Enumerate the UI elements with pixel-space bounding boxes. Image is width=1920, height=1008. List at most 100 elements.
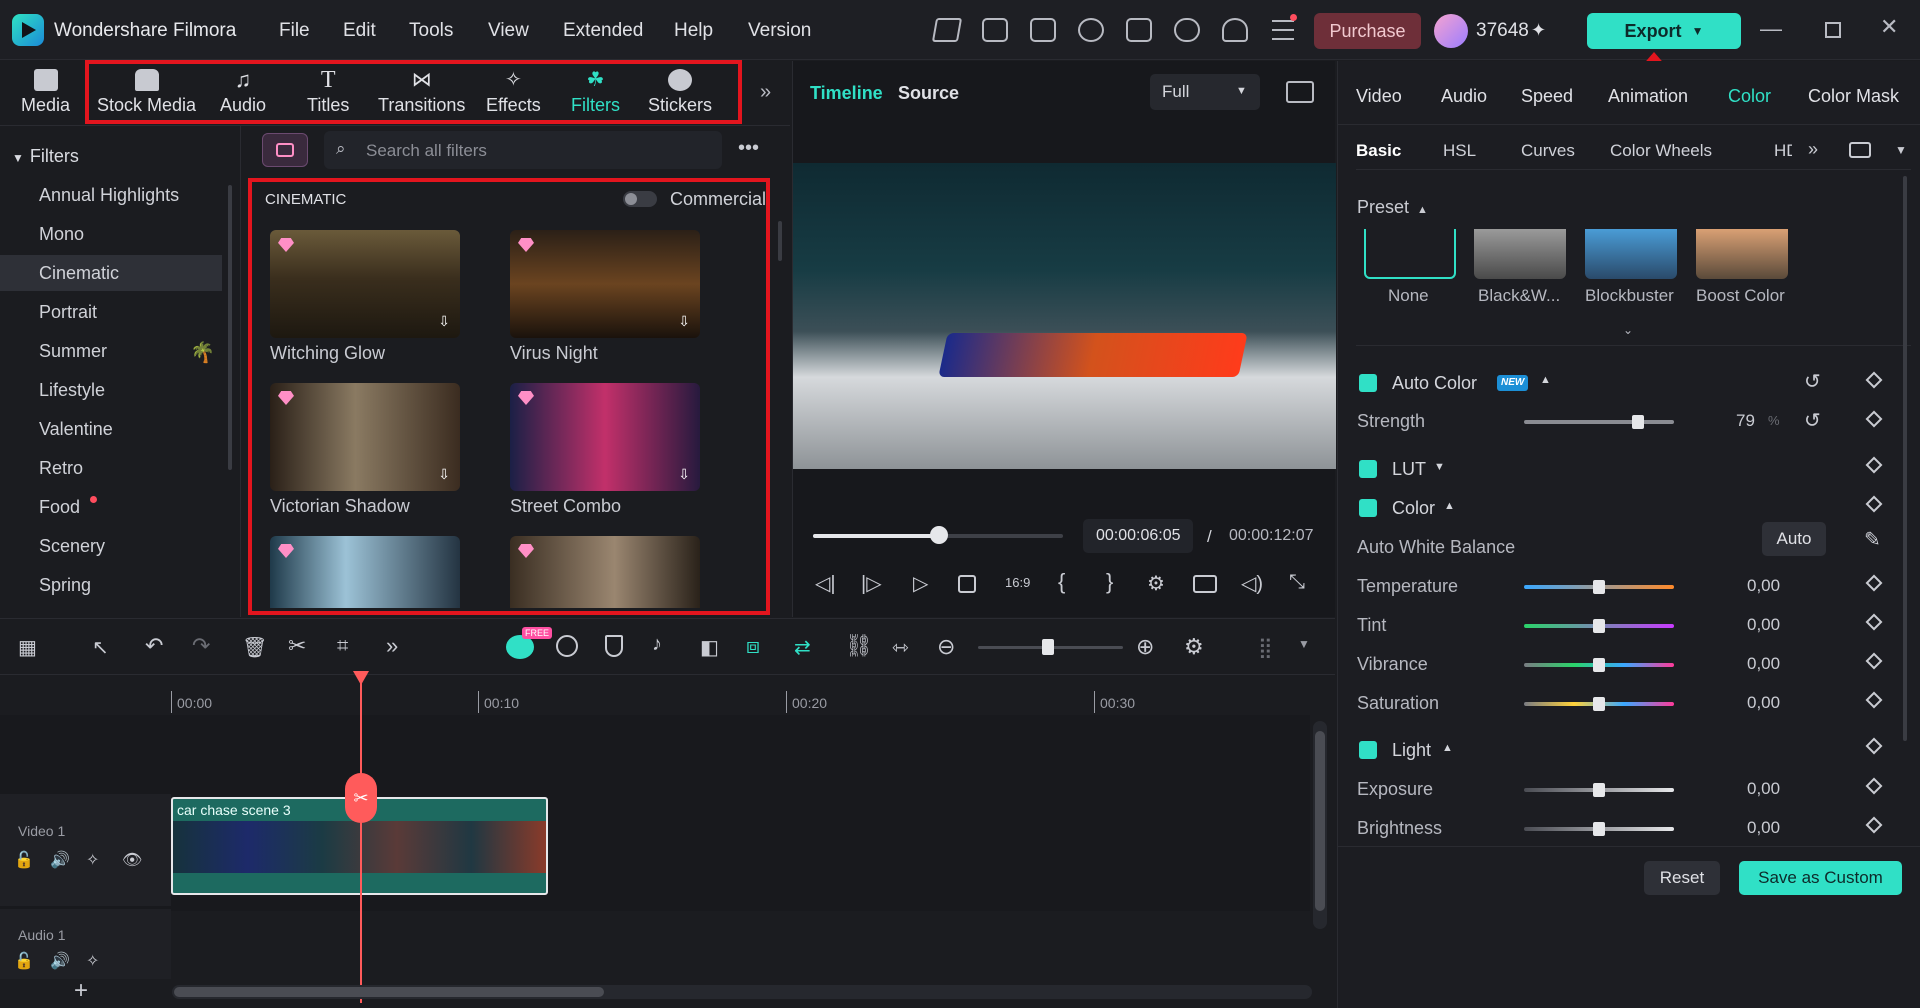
more-options-icon[interactable]: ••• [738, 137, 759, 160]
lock-icon[interactable]: 🔓 [14, 951, 34, 971]
snapshot-icon[interactable] [1193, 575, 1217, 593]
category-annual-highlights[interactable]: Annual Highlights [0, 177, 222, 213]
split-icon[interactable]: ✂ [288, 633, 306, 659]
headset-icon[interactable] [1222, 18, 1248, 42]
color-checkbox[interactable] [1359, 499, 1377, 517]
layout-grid-icon[interactable]: ▦ [18, 635, 37, 660]
category-summer[interactable]: Summer [0, 333, 222, 369]
search-input[interactable]: ⌕ Search all filters [324, 131, 722, 169]
menu-list-icon[interactable] [1272, 20, 1294, 40]
keyframe-icon[interactable] [1865, 816, 1883, 834]
scissors-icon[interactable]: ✂ [345, 773, 377, 823]
filter-card-virus-night[interactable]: ⇩ [510, 230, 700, 338]
delete-icon[interactable]: 🗑 [242, 635, 267, 660]
saturation-value[interactable]: 0,00 [1747, 693, 1780, 713]
layout-icon[interactable] [1030, 18, 1056, 42]
vertical-scrollbar[interactable] [1313, 721, 1327, 929]
zoom-out-icon[interactable]: ⊖ [937, 634, 955, 660]
strength-slider[interactable] [1524, 420, 1674, 424]
time-ruler[interactable]: 00:00 00:10 00:20 00:30 [171, 675, 1311, 715]
add-track-icon[interactable]: + [74, 977, 88, 1005]
shield-icon[interactable] [605, 635, 623, 657]
commercial-toggle[interactable] [623, 191, 657, 207]
prev-frame-icon[interactable]: ◁| [815, 571, 836, 596]
keyframe-icon[interactable] [1865, 652, 1883, 670]
tab-animation[interactable]: Animation [1608, 86, 1688, 107]
volume-icon[interactable]: ◁) [1241, 571, 1263, 596]
tint-value[interactable]: 0,00 [1747, 615, 1780, 635]
minimize-icon[interactable]: — [1760, 16, 1782, 42]
mark-in-icon[interactable]: { [1058, 569, 1065, 595]
brightness-knob[interactable] [1593, 822, 1605, 836]
send-icon[interactable] [931, 18, 963, 42]
scopes-icon[interactable] [1286, 81, 1314, 103]
category-lifestyle[interactable]: Lifestyle [0, 372, 222, 408]
keyframe-icon[interactable] [1865, 777, 1883, 795]
tab-color-mask[interactable]: Color Mask [1808, 86, 1899, 107]
menu-file[interactable]: File [279, 20, 310, 42]
keyframe-icon[interactable] [1865, 456, 1883, 474]
reset-icon[interactable]: ↺ [1804, 369, 1821, 394]
category-valentine[interactable]: Valentine [0, 411, 222, 447]
preset-header[interactable]: Preset ▲ [1357, 197, 1428, 218]
vibrance-value[interactable]: 0,00 [1747, 654, 1780, 674]
save-icon[interactable] [1126, 18, 1152, 42]
eye-icon[interactable]: 👁 [122, 850, 142, 870]
subtab-basic[interactable]: Basic [1356, 141, 1401, 161]
lut-checkbox[interactable] [1359, 460, 1377, 478]
menu-help[interactable]: Help [674, 20, 713, 42]
tab-audio[interactable]: Audio [1441, 86, 1487, 107]
fullscreen-icon[interactable]: ⤡ [1289, 571, 1305, 594]
menu-view[interactable]: View [488, 20, 529, 42]
saturation-knob[interactable] [1593, 697, 1605, 711]
avatar[interactable] [1434, 14, 1468, 48]
chevron-down-icon[interactable]: ▼ [1298, 637, 1310, 651]
save-as-custom-button[interactable]: Save as Custom [1739, 861, 1902, 895]
cloud-icon[interactable] [1174, 18, 1200, 42]
keyframe-icon[interactable] [1865, 574, 1883, 592]
gear-icon[interactable]: ⚙ [1184, 634, 1204, 660]
crop-icon[interactable]: ⌗ [337, 635, 348, 658]
audio-beat-icon[interactable]: ♪ [652, 633, 662, 656]
exposure-value[interactable]: 0,00 [1747, 779, 1780, 799]
expand-presets-icon[interactable]: ⌄ [1623, 323, 1633, 337]
fit-width-icon[interactable]: ⇿ [892, 635, 909, 660]
speaker-icon[interactable]: 🔊 [50, 951, 70, 971]
effects-toggle-icon[interactable]: ✧ [86, 850, 99, 870]
preset-boost-color[interactable] [1696, 229, 1788, 279]
tab-media[interactable]: Media [21, 69, 70, 116]
properties-scrollbar[interactable] [1903, 176, 1907, 741]
mark-out-icon[interactable]: } [1106, 569, 1113, 595]
tab-speed[interactable]: Speed [1521, 86, 1573, 107]
close-icon[interactable]: ✕ [1880, 14, 1898, 40]
favorites-button[interactable] [262, 133, 308, 167]
preset-blockbuster[interactable] [1585, 229, 1677, 279]
effects-toggle-icon[interactable]: ✧ [86, 951, 99, 971]
keyframe-icon[interactable] [1865, 495, 1883, 513]
snap-icon[interactable]: ⧈ [746, 633, 760, 659]
category-spring[interactable]: Spring [0, 567, 222, 603]
aspect-ratio-icon[interactable]: 16:9 [1005, 575, 1030, 590]
drag-handle-icon[interactable]: ⣿ [1258, 635, 1273, 660]
brightness-value[interactable]: 0,00 [1747, 818, 1780, 838]
filter-card-partial[interactable] [510, 536, 700, 608]
strength-knob[interactable] [1632, 415, 1644, 429]
more-subtabs-icon[interactable]: » [1808, 139, 1818, 160]
category-scrollbar[interactable] [228, 185, 232, 470]
reset-icon[interactable]: ↺ [1804, 408, 1821, 433]
filters-tree-header[interactable]: ▼ Filters [12, 146, 79, 167]
lock-icon[interactable]: 🔓 [14, 850, 34, 870]
subtab-curves[interactable]: Curves [1521, 141, 1575, 161]
compare-icon[interactable] [1849, 142, 1871, 158]
menu-edit[interactable]: Edit [343, 20, 376, 42]
speed-icon[interactable] [556, 635, 578, 657]
exposure-knob[interactable] [1593, 783, 1605, 797]
menu-extended[interactable]: Extended [563, 20, 643, 42]
export-button[interactable]: Export ▼ [1587, 13, 1741, 49]
restore-icon[interactable] [1825, 22, 1841, 38]
keyboard-icon[interactable] [982, 18, 1008, 42]
category-scenery[interactable]: Scenery [0, 528, 222, 564]
auto-color-checkbox[interactable] [1359, 374, 1377, 392]
preset-none[interactable] [1364, 229, 1456, 279]
playhead-knob[interactable] [930, 526, 948, 544]
